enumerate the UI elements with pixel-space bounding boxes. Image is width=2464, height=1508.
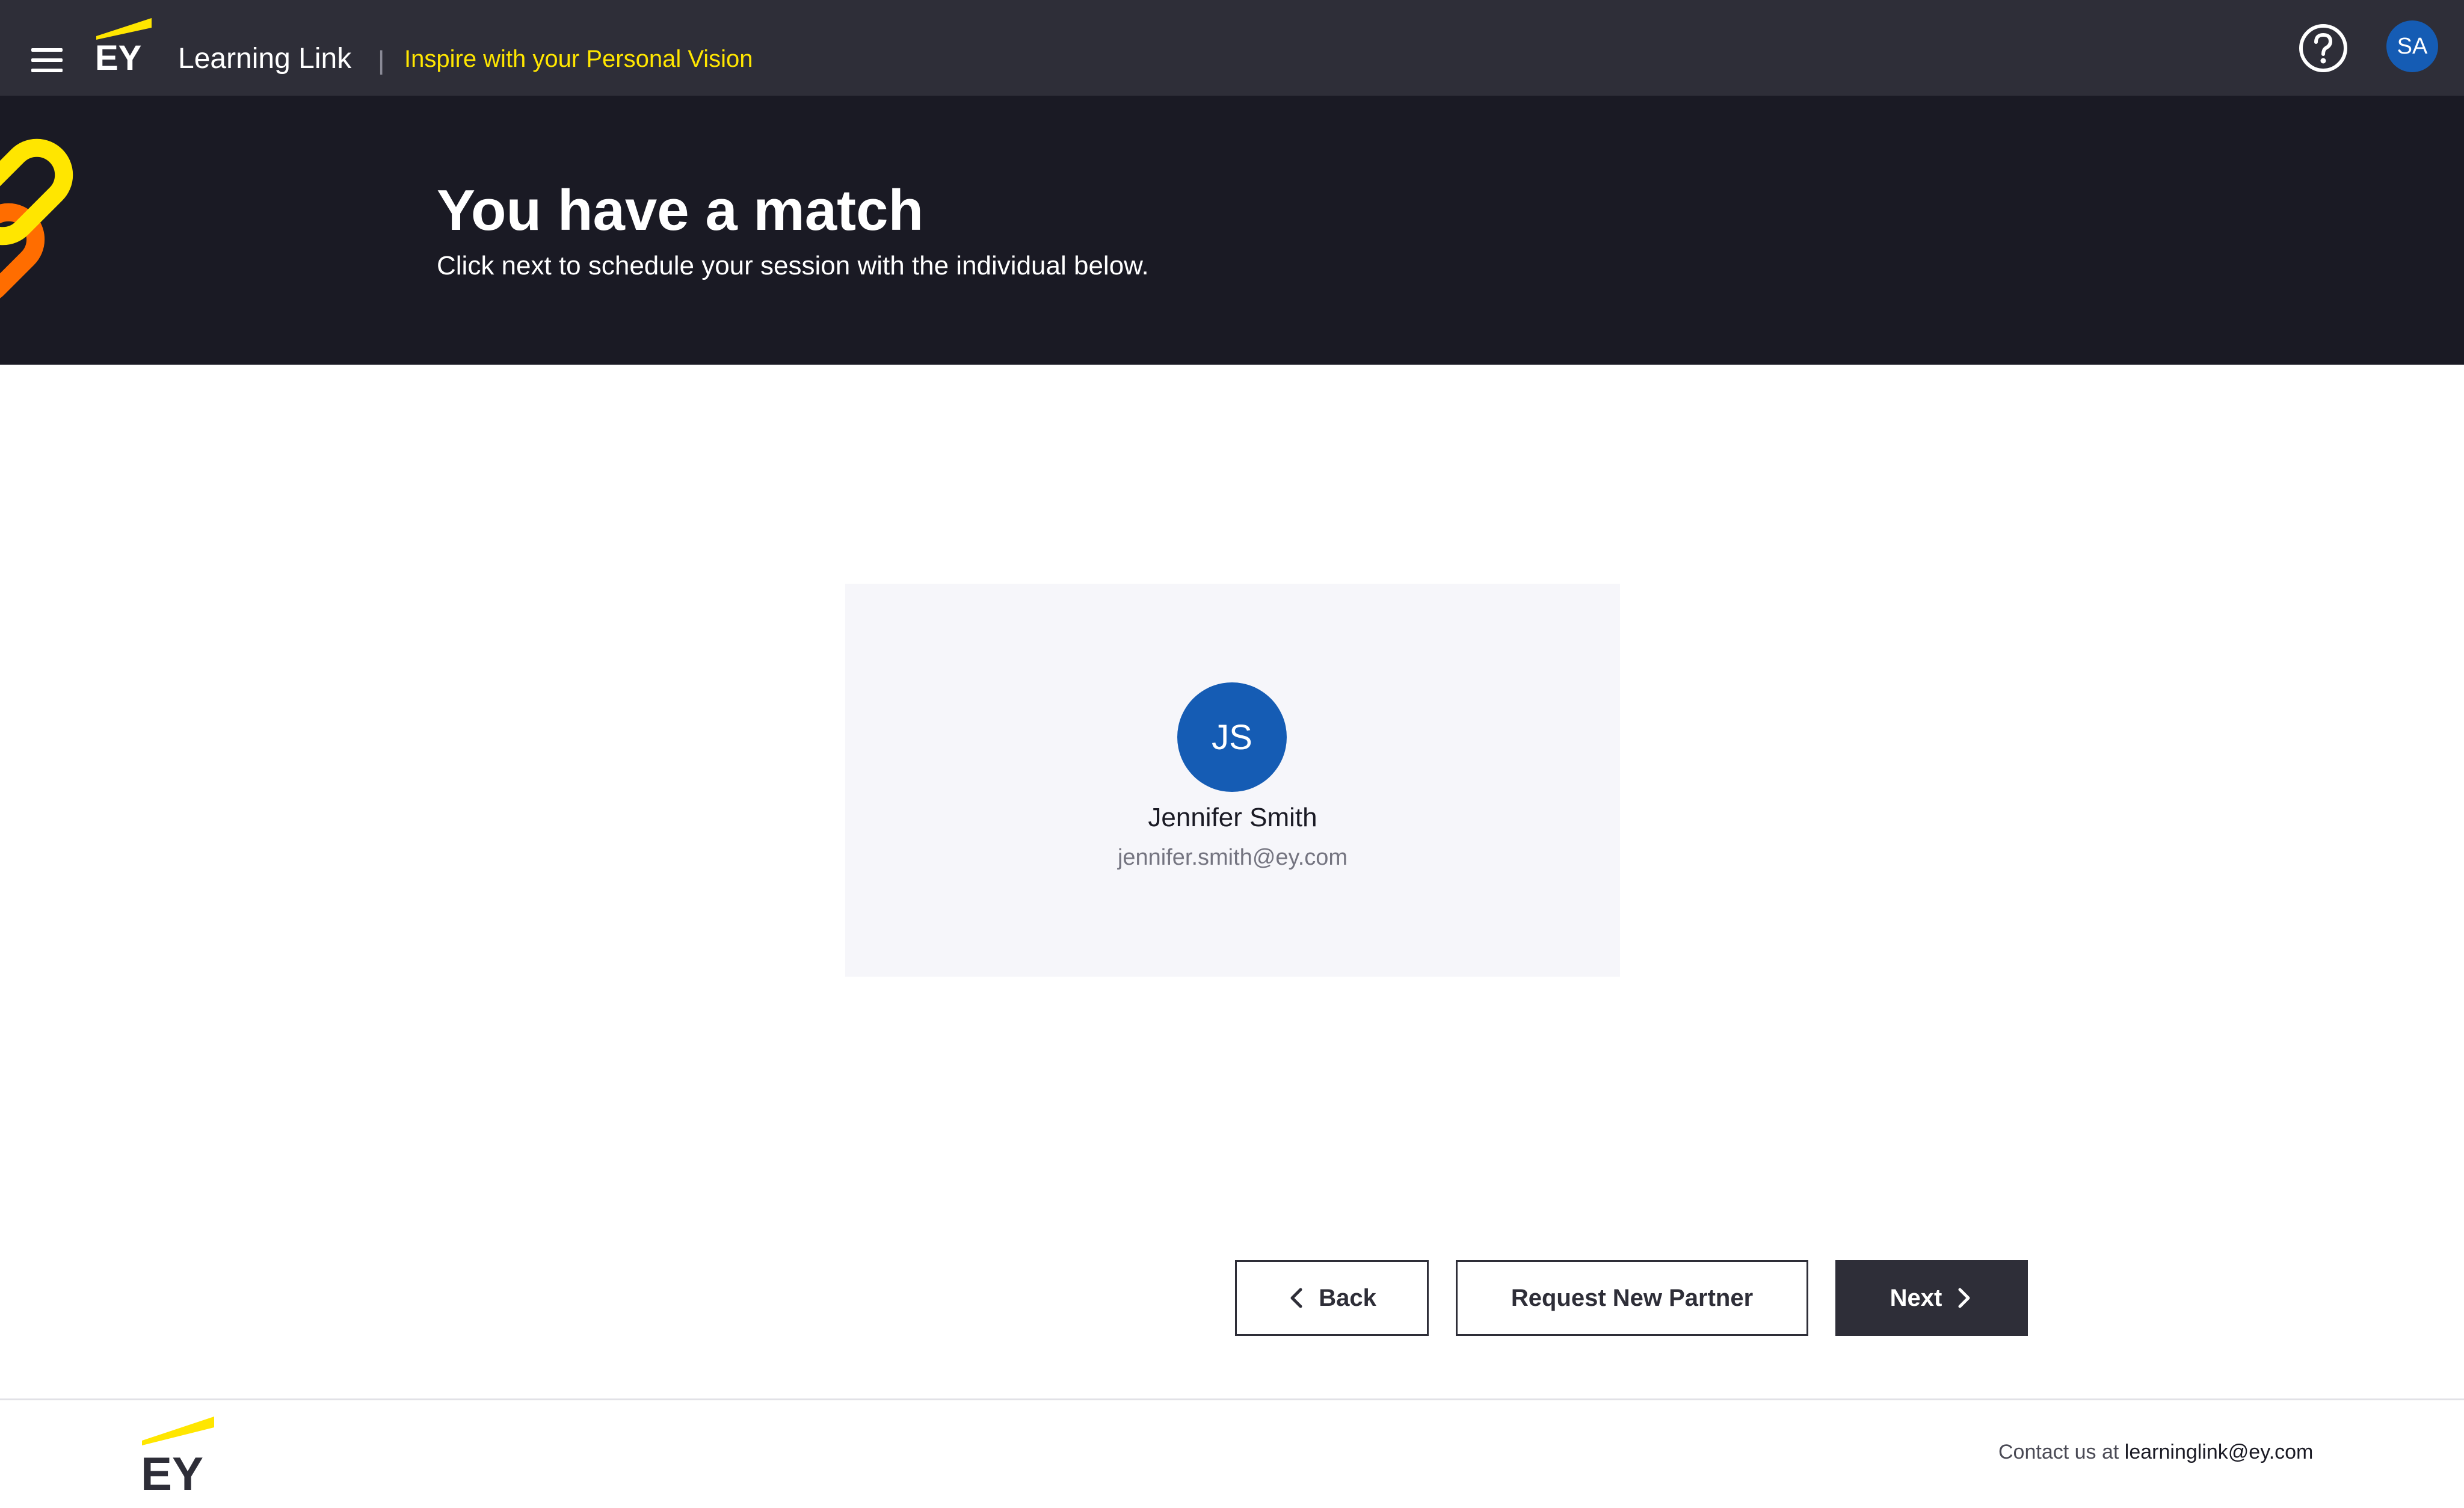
match-card: JS Jennifer Smith jennifer.smith@ey.com bbox=[845, 584, 1620, 977]
chevron-right-icon bbox=[1958, 1288, 1970, 1308]
back-button-label: Back bbox=[1319, 1284, 1376, 1311]
next-button-label: Next bbox=[1890, 1284, 1942, 1311]
svg-text:EY: EY bbox=[95, 39, 141, 71]
top-navigation-bar: EY Learning Link | Inspire with your Per… bbox=[0, 0, 2464, 96]
footer-divider bbox=[0, 1398, 2464, 1400]
contact-prefix: Contact us at bbox=[1998, 1441, 2119, 1463]
tagline: Inspire with your Personal Vision bbox=[404, 46, 753, 72]
footer-contact: Contact us at learninglink@ey.com bbox=[1998, 1441, 2313, 1464]
app-title[interactable]: Learning Link bbox=[178, 42, 351, 75]
page-title: You have a match bbox=[437, 178, 924, 243]
ey-logo[interactable]: EY bbox=[94, 16, 154, 71]
user-avatar[interactable]: SA bbox=[2386, 20, 2438, 72]
next-button[interactable]: Next bbox=[1835, 1260, 2028, 1336]
back-button[interactable]: Back bbox=[1235, 1260, 1429, 1336]
match-name: Jennifer Smith bbox=[1148, 803, 1317, 832]
help-icon[interactable] bbox=[2298, 23, 2348, 73]
match-avatar: JS bbox=[1177, 682, 1287, 792]
chevron-left-icon bbox=[1290, 1288, 1302, 1308]
chain-link-decoration bbox=[0, 138, 73, 306]
request-button-label: Request New Partner bbox=[1511, 1284, 1754, 1311]
contact-email-link[interactable]: learninglink@ey.com bbox=[2125, 1441, 2314, 1463]
request-new-partner-button[interactable]: Request New Partner bbox=[1456, 1260, 1808, 1336]
match-email: jennifer.smith@ey.com bbox=[1117, 845, 1348, 870]
hero-banner: You have a match Click next to schedule … bbox=[0, 96, 2464, 365]
page-subtitle: Click next to schedule your session with… bbox=[437, 251, 1149, 280]
footer-ey-logo: EY bbox=[141, 1417, 214, 1492]
title-separator: | bbox=[378, 46, 385, 75]
svg-text:EY: EY bbox=[141, 1447, 203, 1492]
hamburger-menu-icon[interactable] bbox=[31, 48, 63, 72]
